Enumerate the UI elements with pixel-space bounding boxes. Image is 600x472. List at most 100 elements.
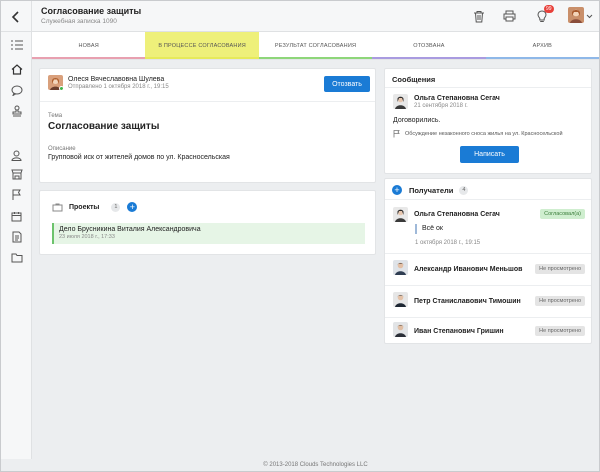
document-icon: [12, 231, 21, 243]
theme-section: Тема Согласование защиты: [48, 113, 159, 132]
message-date: 21 сентября 2018 г.: [414, 102, 468, 109]
description-value: Групповой иск от жителей домов по ул. Кр…: [48, 154, 230, 161]
recipient-row[interactable]: Петр Станиславович Тимошин Не просмотрен…: [385, 288, 591, 314]
user-menu-button[interactable]: [584, 8, 594, 24]
write-button[interactable]: Написать: [460, 146, 519, 163]
add-project-button[interactable]: +: [127, 202, 138, 212]
home-icon: [11, 63, 22, 75]
project-item[interactable]: Дело Брусникина Виталия Александровича 2…: [52, 223, 365, 244]
home-button[interactable]: [9, 62, 24, 76]
delete-button[interactable]: [471, 8, 487, 24]
back-button[interactable]: [1, 1, 32, 32]
message-text: Договорились.: [393, 117, 441, 124]
recipients-title: Получатели: [409, 185, 454, 195]
briefcase-icon: [52, 203, 63, 211]
printer-icon: [503, 10, 515, 22]
folder-icon: [11, 253, 22, 263]
online-indicator: [59, 86, 63, 90]
tab-archive[interactable]: АРХИВ: [485, 32, 600, 59]
tab-label: ОТОЗВАНА: [413, 42, 445, 49]
tab-label: АРХИВ: [532, 42, 553, 49]
chat-button[interactable]: [9, 83, 24, 97]
tab-indicator: [145, 57, 259, 59]
avatar: [393, 207, 408, 222]
page-title: Согласование защиты: [41, 6, 142, 16]
messages-card: Сообщения Ольга Степановна Сегач 21 сент…: [384, 68, 592, 174]
recipient-comment: Всё ок: [415, 224, 443, 234]
store-icon: [10, 169, 23, 179]
tab-result[interactable]: РЕЗУЛЬТАТ СОГЛАСОВАНИЯ: [258, 32, 373, 59]
trash-icon: [474, 10, 484, 22]
chevron-down-icon: [586, 14, 592, 18]
folder-button[interactable]: [9, 251, 24, 265]
tab-indicator: [372, 57, 486, 59]
message-author-name: Ольга Степановна Сегач: [414, 94, 500, 102]
tab-label: В ПРОЦЕССЕ СОГЛАСОВАНИЯ: [158, 42, 246, 49]
tab-label: РЕЗУЛЬТАТ СОГЛАСОВАНИЯ: [274, 42, 357, 49]
status-tabs: НОВАЯ В ПРОЦЕССЕ СОГЛАСОВАНИЯ РЕЗУЛЬТАТ …: [32, 32, 600, 60]
title-block: Согласование защиты Служебная записка 10…: [41, 6, 141, 25]
list-menu-icon: [10, 40, 23, 50]
project-date: 23 июля 2018 г., 17:33: [59, 234, 115, 240]
description-section: Описание Групповой иск от жителей домов …: [48, 146, 230, 161]
divider: [385, 199, 591, 200]
recall-button[interactable]: Отозвать: [324, 76, 370, 92]
status-badge: Не просмотрено: [535, 326, 585, 336]
avatar: [393, 260, 408, 275]
document-button[interactable]: [9, 230, 24, 244]
projects-header: Проекты 1 +: [52, 202, 138, 212]
user-avatar[interactable]: [568, 7, 584, 23]
divider: [385, 285, 591, 286]
tab-label: НОВАЯ: [78, 42, 99, 49]
calendar-icon: [11, 211, 22, 221]
user-button[interactable]: [9, 148, 24, 162]
app-frame: Согласование защиты Служебная записка 10…: [0, 0, 600, 472]
status-badge: Согласовал(а): [540, 209, 585, 219]
tab-recalled[interactable]: ОТОЗВАНА: [372, 32, 486, 59]
message-author: Ольга Степановна Сегач 21 сентября 2018 …: [393, 94, 500, 109]
recipient-row[interactable]: Ольга Степановна Сегач Согласовал(а) Всё…: [385, 203, 591, 251]
top-header: Согласование защиты Служебная записка 10…: [1, 1, 599, 32]
messages-title: Сообщения: [392, 75, 436, 84]
page-subtitle: Служебная записка 1090: [41, 18, 117, 25]
author-name: Олеся Вячеславовна Шулева: [68, 75, 165, 83]
avatar: [393, 322, 408, 337]
stamp-icon: [12, 105, 21, 117]
sent-date: Отправлено 1 октября 2018 г., 19:15: [68, 83, 169, 90]
store-button[interactable]: [9, 167, 24, 181]
flag-button[interactable]: [9, 188, 24, 202]
project-title: Дело Брусникина Виталия Александровича: [59, 226, 201, 233]
recipient-row[interactable]: Александр Иванович Меньшов Не просмотрен…: [385, 256, 591, 282]
avatar: [48, 75, 63, 90]
footer: © 2013-2018 Clouds Technologies LLC: [32, 459, 599, 471]
recipient-name: Петр Станиславович Тимошин: [414, 298, 521, 305]
back-icon: [11, 10, 19, 23]
calendar-button[interactable]: [9, 209, 24, 223]
memo-card: Олеся Вячеславовна Шулева Отправлено 1 о…: [39, 68, 376, 183]
menu-button[interactable]: [9, 38, 24, 52]
recipient-name: Ольга Степановна Сегач: [414, 211, 500, 218]
theme-label: Тема: [48, 113, 63, 119]
person-icon: [11, 150, 22, 161]
tab-indicator: [485, 57, 600, 59]
recipients-header: + Получатели 4: [392, 185, 469, 195]
add-recipient-button[interactable]: +: [392, 185, 402, 195]
projects-title: Проекты: [69, 203, 100, 211]
status-badge: Не просмотрено: [535, 264, 585, 274]
projects-card: Проекты 1 + Дело Брусникина Виталия Алек…: [39, 190, 376, 255]
recipient-date: 1 октября 2018 г., 19:15: [415, 240, 481, 246]
tab-in-progress[interactable]: В ПРОЦЕССЕ СОГЛАСОВАНИЯ: [145, 32, 259, 59]
recipient-name: Иван Степанович Гришин: [414, 328, 504, 335]
status-badge: Не просмотрено: [535, 296, 585, 306]
stamp-button[interactable]: [9, 104, 24, 118]
memo-author: Олеся Вячеславовна Шулева Отправлено 1 о…: [48, 75, 169, 90]
recipients-count: 4: [459, 185, 469, 195]
divider: [40, 101, 375, 102]
recipient-row[interactable]: Иван Степанович Гришин Не просмотрено: [385, 318, 591, 344]
reference-text: Обсуждение незаконного сноса жилья на ул…: [405, 131, 563, 137]
print-button[interactable]: [501, 8, 517, 24]
flag-icon: [393, 130, 400, 138]
tab-indicator: [258, 57, 373, 59]
message-reference[interactable]: Обсуждение незаконного сноса жилья на ул…: [393, 130, 563, 138]
tab-new[interactable]: НОВАЯ: [32, 32, 146, 59]
